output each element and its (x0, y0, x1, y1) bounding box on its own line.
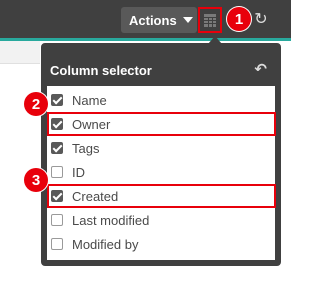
option-last-modified[interactable]: Last modified (51, 208, 273, 232)
column-selector-popover: Column selector ↶ Name Owner Tags ID Cre… (41, 36, 281, 266)
chevron-down-icon (182, 17, 193, 23)
refresh-icon[interactable]: ↻ (252, 10, 270, 28)
actions-button[interactable]: Actions (121, 7, 197, 33)
table-header (0, 41, 40, 63)
actions-label: Actions (129, 12, 177, 28)
divider (0, 63, 40, 64)
checkbox[interactable] (51, 238, 63, 250)
callout-badge: 1 (227, 7, 251, 31)
highlight-box (198, 7, 222, 33)
popover-title: Column selector (50, 62, 152, 78)
checkbox[interactable] (51, 94, 63, 106)
option-name[interactable]: Name (51, 88, 273, 112)
option-label: ID (72, 164, 85, 180)
option-label: Last modified (72, 212, 150, 228)
checkbox[interactable] (51, 214, 63, 226)
highlight-box (47, 184, 276, 208)
option-owner[interactable]: Owner (47, 112, 276, 136)
back-arrow-icon[interactable]: ↶ (254, 60, 267, 78)
callout-badge: 2 (24, 92, 48, 116)
option-created[interactable]: Created (47, 184, 276, 208)
option-modified-by[interactable]: Modified by (51, 232, 273, 256)
column-selector-button[interactable] (198, 7, 222, 33)
option-label: Modified by (72, 236, 139, 252)
popover-arrow (208, 36, 222, 44)
popover-header: Column selector ↶ (47, 54, 275, 86)
callout-badge: 3 (24, 168, 48, 192)
option-label: Tags (72, 140, 100, 156)
option-id[interactable]: ID (51, 160, 273, 184)
highlight-box (47, 112, 276, 136)
option-label: Name (72, 92, 107, 108)
checkbox[interactable] (51, 142, 63, 154)
checkbox[interactable] (51, 166, 63, 178)
option-tags[interactable]: Tags (51, 136, 273, 160)
